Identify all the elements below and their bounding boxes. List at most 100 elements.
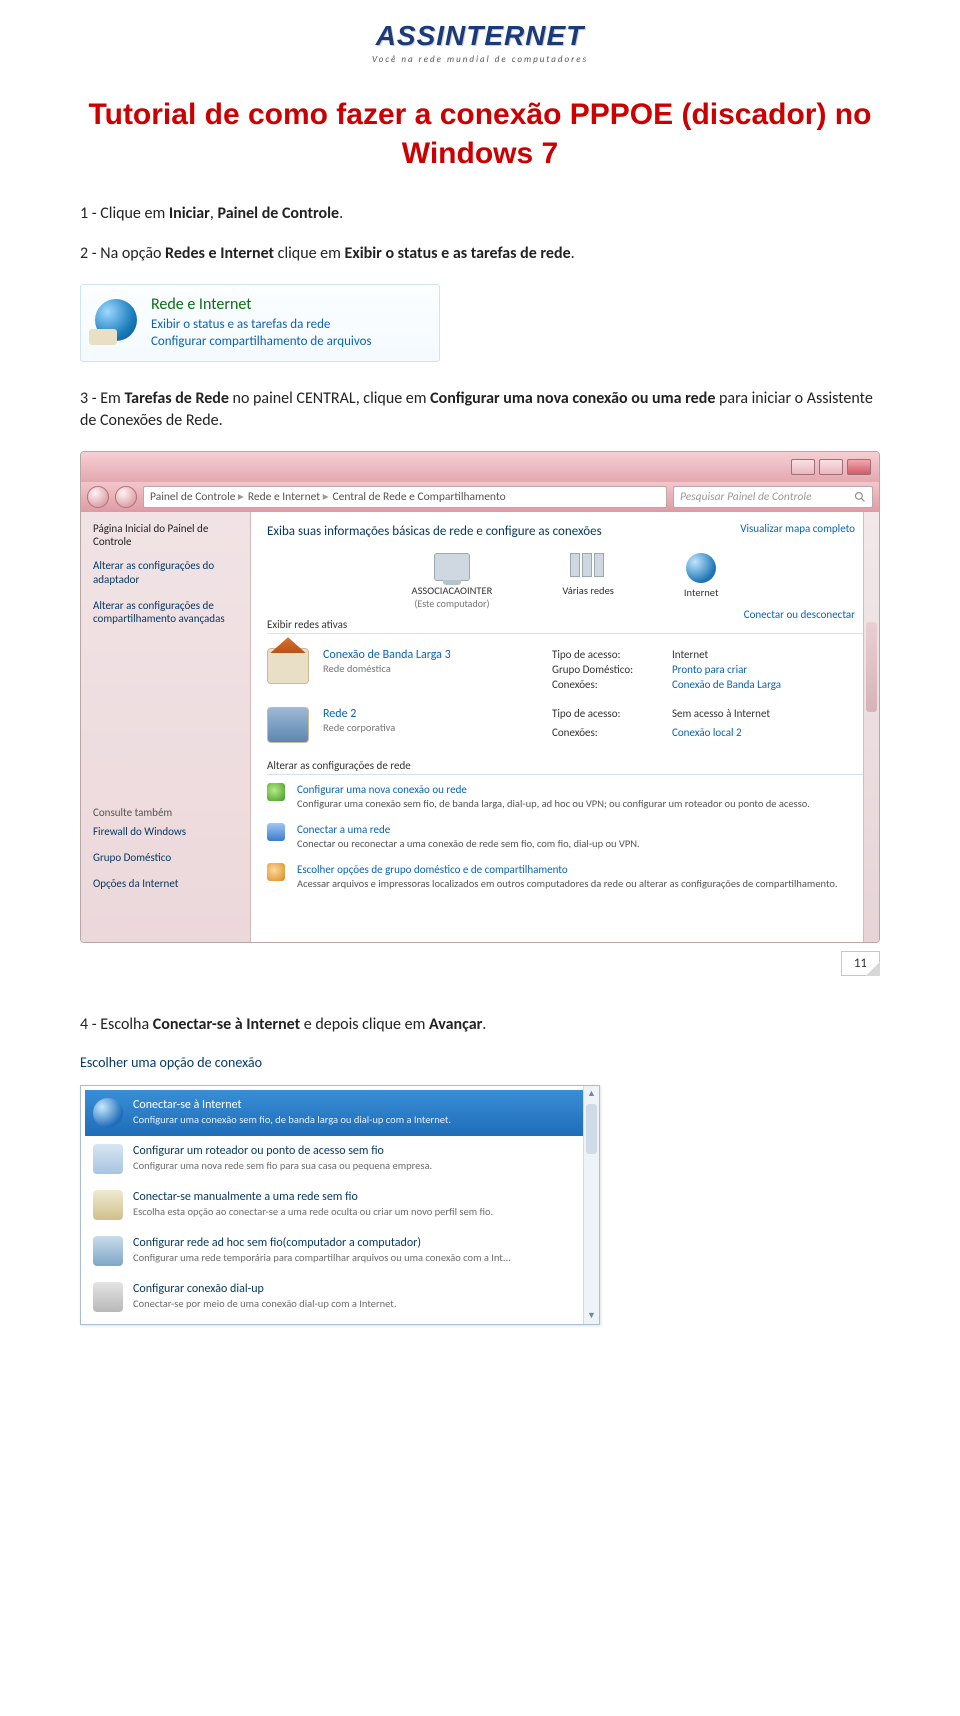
header-logo: ASSINTERNET Você na rede mundial de comp… (80, 20, 880, 65)
network-row-2: Rede 2 Rede corporativa Tipo de acesso:S… (267, 701, 863, 753)
crumb[interactable]: Painel de Controle (150, 489, 244, 504)
option-adhoc-network[interactable]: Configurar rede ad hoc sem fio(computado… (85, 1228, 595, 1274)
option-desc: Configurar uma conexão sem fio, de banda… (133, 1113, 451, 1126)
config-desc: Configurar uma conexão sem fio, de banda… (297, 797, 810, 811)
search-input[interactable]: Pesquisar Painel de Controle (673, 486, 873, 508)
screenshot-network-center-window: Painel de Controle Rede e Internet Centr… (80, 451, 880, 943)
config-item-homegroup-sharing[interactable]: Escolher opções de grupo doméstico e de … (267, 863, 863, 891)
config-title: Configurar uma nova conexão ou rede (297, 783, 810, 796)
option-dialup[interactable]: Configurar conexão dial-up Conectar-se p… (85, 1274, 595, 1320)
vertical-scrollbar[interactable] (863, 512, 879, 942)
sidebar-link-advanced-sharing[interactable]: Alterar as configurações de compartilham… (93, 599, 238, 627)
sidebar-link-homegroup[interactable]: Grupo Doméstico (93, 851, 238, 865)
globe-icon (686, 553, 716, 583)
map-node-internet: Internet (684, 553, 719, 600)
option-setup-router[interactable]: Configurar um roteador ou ponto de acess… (85, 1136, 595, 1182)
breadcrumb-bar[interactable]: Painel de Controle Rede e Internet Centr… (143, 486, 667, 508)
scroll-down-arrow[interactable]: ▼ (584, 1308, 599, 1324)
logo-tagline: Você na rede mundial de computadores (80, 54, 880, 65)
option-desc: Conectar-se por meio de uma conexão dial… (133, 1297, 396, 1310)
scroll-up-arrow[interactable]: ▲ (584, 1086, 599, 1102)
network-name[interactable]: Rede 2 (323, 707, 538, 721)
search-placeholder: Pesquisar Painel de Controle (680, 490, 812, 504)
card-heading: Rede e Internet (151, 295, 372, 314)
sidebar-link-adapter[interactable]: Alterar as configurações do adaptador (93, 559, 238, 587)
step-bold: Configurar uma nova conexão ou uma rede (430, 389, 715, 408)
config-item-new-connection[interactable]: Configurar uma nova conexão ou rede Conf… (267, 783, 863, 811)
change-settings-header: Alterar as configurações de rede (267, 759, 863, 775)
page-title: Tutorial de como fazer a conexão PPPOE (… (80, 95, 880, 173)
step-bold: Redes e Internet (165, 244, 274, 263)
connect-disconnect-link[interactable]: Conectar ou desconectar (744, 608, 855, 621)
kv-key: Conexões: (552, 726, 662, 739)
minimize-button[interactable] (791, 459, 815, 475)
kv-key: Tipo de acesso: (552, 648, 662, 661)
option-desc: Escolha esta opção ao conectar-se a uma … (133, 1205, 493, 1218)
screenshot-rede-internet-card: Rede e Internet Exibir o status e as tar… (80, 284, 440, 362)
scrollbar-thumb[interactable] (586, 1104, 597, 1154)
step-2: 2 - Na opção Redes e Internet clique em … (80, 243, 880, 265)
network-map: ASSOCIACAOINTER (Este computador) Várias… (267, 553, 863, 611)
window-address-row: Painel de Controle Rede e Internet Centr… (81, 482, 879, 512)
connection-link[interactable]: Conexão local 2 (672, 726, 742, 739)
option-title: Configurar rede ad hoc sem fio(computado… (133, 1236, 511, 1250)
sidebar-link-firewall[interactable]: Firewall do Windows (93, 825, 238, 839)
connection-link[interactable]: Conexão de Banda Larga (672, 678, 781, 691)
option-desc: Configurar uma nova rede sem fio para su… (133, 1159, 432, 1172)
multi-network-icon (570, 553, 606, 581)
dialup-icon (93, 1282, 123, 1312)
sidebar-home-label: Página Inicial do Painel de Controle (93, 522, 238, 550)
search-icon (854, 491, 866, 503)
connection-option-heading: Escolher uma opção de conexão (80, 1054, 880, 1071)
nav-back-button[interactable] (87, 486, 109, 508)
option-title: Configurar um roteador ou ponto de acess… (133, 1144, 432, 1158)
list-scrollbar[interactable]: ▲ ▼ (583, 1086, 599, 1324)
maximize-button[interactable] (819, 459, 843, 475)
network-type: Rede doméstica (323, 662, 538, 675)
config-desc: Conectar ou reconectar a uma conexão de … (297, 837, 640, 851)
kv-key: Conexões: (552, 678, 662, 691)
step-bold: Avançar (429, 1015, 482, 1034)
option-connect-internet[interactable]: Conectar-se à Internet Configurar uma co… (85, 1090, 595, 1136)
card-link-sharing[interactable]: Configurar compartilhamento de arquivos (151, 333, 372, 351)
adhoc-icon (93, 1236, 123, 1266)
step-text: 2 - Na opção (80, 244, 165, 263)
network-row-1: Conexão de Banda Larga 3 Rede doméstica … (267, 642, 863, 701)
homegroup-link[interactable]: Pronto para criar (672, 663, 747, 676)
globe-icon (93, 1098, 123, 1128)
option-title: Conectar-se à Internet (133, 1098, 451, 1112)
option-title: Configurar conexão dial-up (133, 1282, 396, 1296)
step-text: no painel CENTRAL, clique em (229, 389, 430, 408)
kv-value: Sem acesso à Internet (672, 707, 770, 720)
step-text: 4 - Escolha (80, 1015, 153, 1034)
config-item-connect-network[interactable]: Conectar a uma rede Conectar ou reconect… (267, 823, 863, 851)
close-button[interactable] (847, 459, 871, 475)
step-bold: Iniciar (169, 204, 210, 223)
sidebar-see-also-label: Consulte também (93, 806, 238, 819)
view-full-map-link[interactable]: Visualizar mapa completo (740, 522, 855, 535)
step-text: 3 - Em (80, 389, 124, 408)
step-bold: Painel de Controle (217, 204, 339, 223)
config-title: Conectar a uma rede (297, 823, 640, 836)
crumb[interactable]: Central de Rede e Compartilhamento (333, 490, 506, 504)
building-icon (267, 707, 309, 743)
network-name[interactable]: Conexão de Banda Larga 3 (323, 648, 538, 662)
node-caption: Várias redes (562, 585, 614, 598)
new-connection-icon (267, 783, 285, 801)
card-link-status[interactable]: Exibir o status e as tarefas da rede (151, 316, 372, 334)
screenshot-connection-options-list: Conectar-se à Internet Configurar uma co… (80, 1085, 600, 1325)
option-manual-wireless[interactable]: Conectar-se manualmente a uma rede sem f… (85, 1182, 595, 1228)
step-bold: Exibir o status e as tarefas de rede (345, 244, 571, 263)
scrollbar-thumb[interactable] (866, 622, 877, 712)
window-sidebar: Página Inicial do Painel de Controle Alt… (81, 512, 251, 942)
step-text: 1 - Clique em (80, 204, 169, 223)
nav-forward-button[interactable] (115, 486, 137, 508)
homegroup-icon (267, 863, 285, 881)
node-caption: Internet (684, 587, 719, 600)
router-icon (93, 1144, 123, 1174)
step-text: clique em (274, 244, 344, 263)
sidebar-link-internet-options[interactable]: Opções da Internet (93, 877, 238, 891)
step-bold: Conectar-se à Internet (153, 1015, 300, 1034)
step-1: 1 - Clique em Iniciar, Painel de Control… (80, 203, 880, 225)
crumb[interactable]: Rede e Internet (248, 489, 329, 504)
